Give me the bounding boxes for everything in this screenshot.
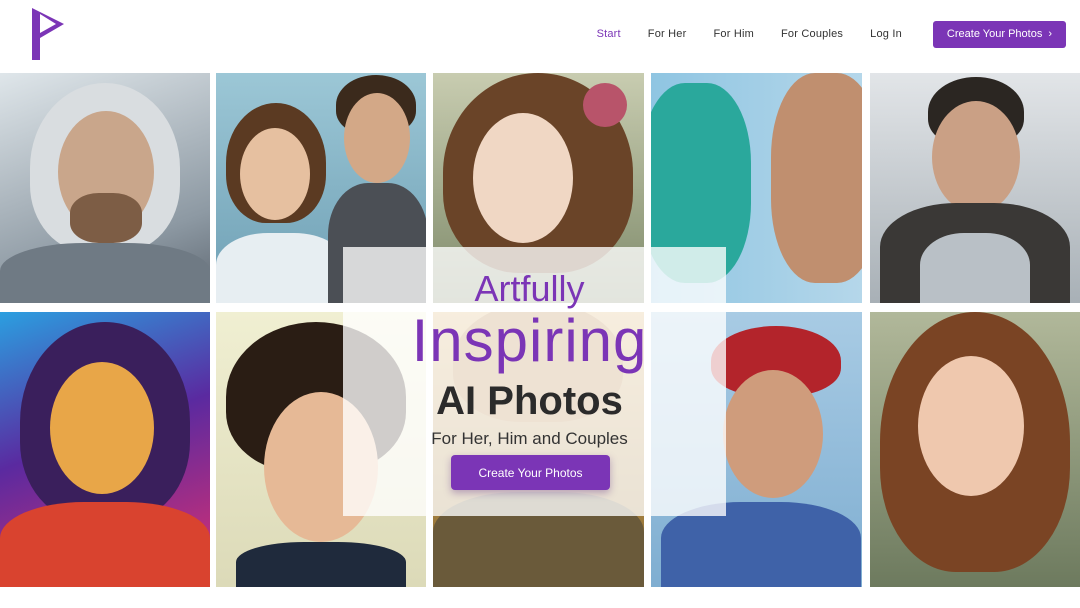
chevron-right-icon: › <box>1048 28 1052 40</box>
portrait-silver-knight <box>0 73 210 303</box>
hero-title-line3: AI Photos <box>436 379 623 423</box>
nav-for-couples[interactable]: For Couples <box>781 28 843 40</box>
nav-for-her[interactable]: For Her <box>648 28 687 40</box>
nav-log-in[interactable]: Log In <box>870 28 902 40</box>
create-photos-hero-label: Create Your Photos <box>478 465 583 480</box>
hero-title-line2: Inspiring <box>411 307 648 374</box>
main-nav: Start For Her For Him For Couples Log In… <box>597 20 1066 48</box>
create-photos-hero-button[interactable]: Create Your Photos <box>451 455 610 490</box>
create-photos-header-label: Create Your Photos <box>946 28 1043 40</box>
site-header: Start For Her For Him For Couples Log In… <box>0 0 1080 68</box>
create-photos-header-button[interactable]: Create Your Photos › <box>932 20 1066 48</box>
portrait-neon-warrior-woman <box>0 312 210 587</box>
nav-for-him[interactable]: For Him <box>713 28 754 40</box>
portrait-armored-hero <box>870 73 1080 303</box>
hero-subtitle: For Her, Him and Couples <box>431 429 628 448</box>
nav-start[interactable]: Start <box>597 28 621 40</box>
hero-title-line1: Artfully <box>474 268 585 309</box>
brand-logo[interactable] <box>30 6 66 62</box>
portrait-elf-woman <box>870 312 1080 587</box>
hero-heading: Artfully Inspiring AI Photos For Her, Hi… <box>343 268 716 448</box>
